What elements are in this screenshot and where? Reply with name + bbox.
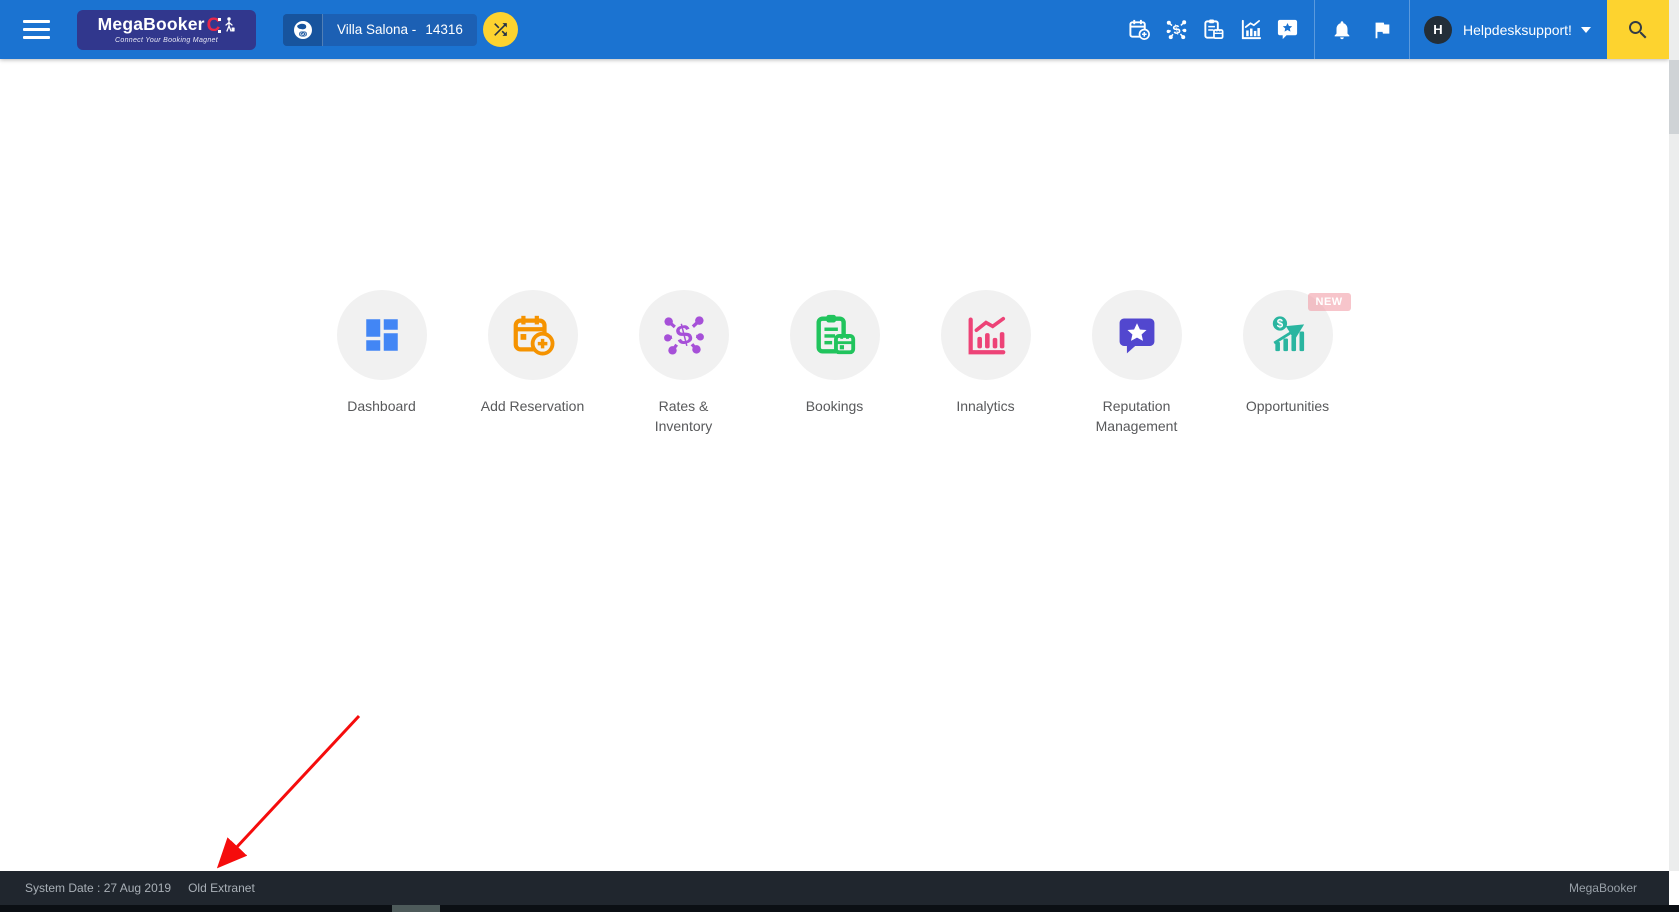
tile-label: Innalytics bbox=[956, 398, 1015, 414]
bookings-icon[interactable] bbox=[1202, 18, 1225, 41]
footer-bar: System Date : 27 Aug 2019 Old Extranet M… bbox=[0, 871, 1669, 905]
reputation-icon[interactable] bbox=[1276, 18, 1299, 41]
rates-network-icon: $ bbox=[663, 316, 704, 355]
horizontal-scrollbar[interactable] bbox=[0, 905, 1679, 912]
menu-button[interactable] bbox=[0, 0, 72, 59]
brand-logo[interactable]: MegaBooker C Connect Your Booking Magnet bbox=[77, 9, 256, 50]
bell-icon bbox=[1334, 20, 1350, 39]
rates-network-icon[interactable]: $ bbox=[1165, 18, 1188, 41]
tile-dashboard[interactable]: Dashboard bbox=[306, 290, 457, 436]
property-code: 14316 bbox=[425, 22, 463, 37]
tile-label: Rates & bbox=[658, 398, 709, 414]
horizontal-scrollbar-thumb[interactable] bbox=[392, 905, 440, 912]
property-selector[interactable]: GO Villa Salona - 14316 bbox=[283, 13, 477, 46]
tile-opportunities[interactable]: $ Opportunities NEW bbox=[1212, 290, 1363, 436]
svg-text:$: $ bbox=[1276, 319, 1283, 331]
flag-button[interactable] bbox=[1371, 18, 1394, 41]
notifications-button[interactable] bbox=[1331, 18, 1354, 41]
tile-reputation-management[interactable]: Reputation Management bbox=[1061, 290, 1212, 436]
vertical-scrollbar-thumb[interactable] bbox=[1669, 60, 1679, 134]
property-globe-icon: GO bbox=[283, 13, 323, 46]
tile-add-reservation[interactable]: Add Reservation bbox=[457, 290, 608, 436]
tile-label: Opportunities bbox=[1245, 398, 1330, 414]
brand-name: MegaBooker bbox=[97, 14, 205, 35]
tile-label: Reputation bbox=[1102, 398, 1171, 414]
annotation-arrow bbox=[216, 714, 361, 869]
tile-bookings[interactable]: Bookings bbox=[759, 290, 910, 436]
tile-rates-inventory[interactable]: $ Rates & Inventory bbox=[608, 290, 759, 436]
tile-label: Dashboard bbox=[347, 398, 416, 414]
hamburger-icon bbox=[22, 15, 50, 44]
tile-innalytics[interactable]: Innalytics bbox=[910, 290, 1061, 436]
magnet-c-icon: C bbox=[206, 14, 222, 36]
chevron-down-icon bbox=[1580, 26, 1591, 33]
brand-tagline: Connect Your Booking Magnet bbox=[115, 36, 218, 44]
search-icon bbox=[1629, 20, 1647, 38]
svg-text:GO: GO bbox=[299, 31, 306, 36]
switch-property-button[interactable] bbox=[482, 12, 518, 47]
alerts-section bbox=[1315, 0, 1409, 59]
search-button[interactable] bbox=[1607, 0, 1669, 59]
footer-brand: MegaBooker bbox=[1568, 881, 1637, 895]
app-shortcuts: Dashboard Add Reservation $ Rates & Inve… bbox=[0, 290, 1669, 436]
flag-icon bbox=[1375, 22, 1390, 38]
tile-label: Add Reservation bbox=[480, 398, 585, 414]
top-bar: MegaBooker C Connect Your Booking Magnet … bbox=[0, 0, 1669, 59]
dashboard-icon bbox=[365, 319, 398, 351]
avatar: H bbox=[1424, 15, 1452, 44]
reputation-icon bbox=[1119, 318, 1154, 354]
innalytics-icon[interactable] bbox=[1239, 18, 1262, 41]
bookings-icon bbox=[816, 314, 855, 355]
system-date: System Date : 27 Aug 2019 bbox=[25, 881, 172, 895]
new-badge: NEW bbox=[1307, 293, 1351, 311]
traveler-icon bbox=[225, 17, 235, 32]
add-reservation-icon[interactable] bbox=[1128, 18, 1151, 41]
user-menu[interactable]: H Helpdesksupport! bbox=[1410, 0, 1607, 59]
property-name: Villa Salona - bbox=[337, 22, 417, 37]
add-reservation-icon bbox=[513, 315, 554, 356]
vertical-scrollbar[interactable] bbox=[1669, 0, 1679, 871]
quick-actions-toolbar: $ bbox=[1128, 18, 1314, 41]
tile-label: Bookings bbox=[805, 398, 864, 414]
innalytics-icon bbox=[968, 316, 1005, 355]
opportunities-icon: $ bbox=[1272, 316, 1304, 352]
tile-label: Management bbox=[1095, 418, 1178, 434]
shuffle-icon bbox=[494, 23, 507, 36]
old-extranet-link[interactable]: Old Extranet bbox=[188, 881, 255, 895]
tile-label: Inventory bbox=[654, 418, 713, 434]
user-name: Helpdesksupport! bbox=[1463, 21, 1572, 38]
